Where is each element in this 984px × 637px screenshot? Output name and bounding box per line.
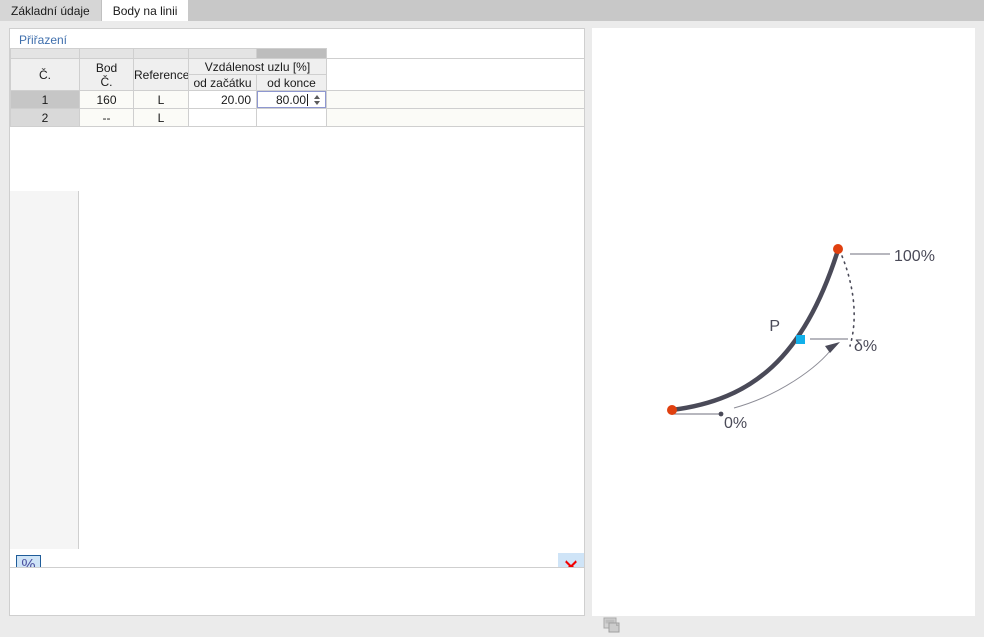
row-header-2[interactable]: 2 bbox=[10, 108, 80, 127]
from-end-input-value: 80.00 bbox=[275, 92, 306, 107]
cell-tail-1 bbox=[326, 90, 584, 109]
label-delta-percent: δ% bbox=[854, 338, 877, 355]
table-row[interactable]: 2 -- L bbox=[10, 108, 584, 127]
cell-point-1[interactable]: 160 bbox=[79, 90, 134, 109]
tab-bar-filler bbox=[188, 0, 984, 21]
assignment-table: Č. Bod Č. Reference Vzdálenost uzlu [%] … bbox=[10, 48, 584, 127]
column-selector-strip bbox=[10, 48, 584, 59]
spinner-up-icon[interactable] bbox=[314, 94, 320, 99]
copy-to-clipboard-button[interactable] bbox=[600, 613, 624, 637]
header-no: Č. bbox=[10, 58, 80, 91]
assignment-table-container: Č. Bod Č. Reference Vzdálenost uzlu [%] … bbox=[10, 48, 584, 558]
start-endpoint-marker bbox=[667, 405, 677, 415]
point-p-marker bbox=[796, 335, 805, 344]
header-reference: Reference bbox=[133, 58, 189, 91]
tab-bar: Základní údaje Body na linii bbox=[0, 0, 984, 21]
header-tail bbox=[326, 58, 584, 91]
cell-reference-1[interactable]: L bbox=[133, 90, 189, 109]
col-selector-point[interactable] bbox=[79, 48, 134, 59]
label-100-percent: 100% bbox=[894, 248, 935, 265]
tab-zakladni-udaje[interactable]: Základní údaje bbox=[0, 0, 102, 21]
header-point-line1: Bod bbox=[95, 60, 118, 75]
row-header-1[interactable]: 1 bbox=[10, 90, 80, 109]
row-header-column-filler bbox=[10, 191, 79, 558]
label-point-p: P bbox=[769, 318, 780, 335]
cell-from-start-1[interactable]: 20.00 bbox=[188, 90, 257, 109]
spinner-control[interactable] bbox=[311, 94, 323, 105]
text-caret bbox=[307, 93, 308, 106]
content-area: Přiřazení Č. Bod Č. Reference Vzdálenost… bbox=[0, 21, 984, 633]
cell-from-start-2[interactable] bbox=[188, 108, 257, 127]
cell-reference-2[interactable]: L bbox=[133, 108, 189, 127]
line-curve bbox=[669, 247, 841, 413]
cell-point-2[interactable]: -- bbox=[79, 108, 134, 127]
leader-dot-0 bbox=[718, 411, 724, 417]
tab-label: Základní údaje bbox=[11, 3, 90, 18]
from-end-editor[interactable]: 80.00 bbox=[257, 91, 326, 108]
group-title: Přiřazení bbox=[19, 33, 68, 47]
end-endpoint-marker bbox=[833, 244, 843, 254]
col-selector-no[interactable] bbox=[10, 48, 80, 59]
col-selector-from-start[interactable] bbox=[188, 48, 257, 59]
col-selector-reference[interactable] bbox=[133, 48, 189, 59]
header-from-start: od začátku bbox=[188, 74, 257, 91]
tab-label: Body na linii bbox=[112, 3, 178, 18]
copy-icon bbox=[603, 617, 620, 633]
table-row[interactable]: 1 160 L 20.00 80.00 bbox=[10, 90, 584, 109]
col-selector-tail bbox=[326, 48, 584, 59]
assignment-group-panel: Přiřazení Č. Bod Č. Reference Vzdálenost… bbox=[9, 28, 585, 559]
measure-arrow-head bbox=[825, 342, 840, 353]
cell-from-end-1[interactable]: 80.00 bbox=[256, 90, 327, 109]
cell-from-end-2[interactable] bbox=[256, 108, 327, 127]
col-selector-from-end[interactable] bbox=[256, 48, 327, 59]
header-point: Bod Č. bbox=[79, 58, 134, 91]
table-header-row-top: Č. Bod Č. Reference Vzdálenost uzlu [%] bbox=[10, 58, 584, 91]
spinner-down-icon[interactable] bbox=[314, 100, 320, 105]
tab-body-na-linii[interactable]: Body na linii bbox=[101, 0, 189, 21]
bottom-info-panel bbox=[9, 567, 585, 616]
header-from-end: od konce bbox=[256, 74, 327, 91]
label-0-percent: 0% bbox=[724, 415, 747, 432]
header-distance-group: Vzdálenost uzlu [%] bbox=[188, 58, 327, 75]
dotted-arc bbox=[841, 255, 855, 347]
cell-tail-2 bbox=[326, 108, 584, 127]
header-point-line2: Č. bbox=[100, 74, 113, 89]
table-empty-area bbox=[10, 191, 584, 558]
diagram-panel: 100% δ% 0% P bbox=[592, 28, 975, 633]
line-point-diagram: 100% δ% 0% P bbox=[667, 244, 935, 432]
